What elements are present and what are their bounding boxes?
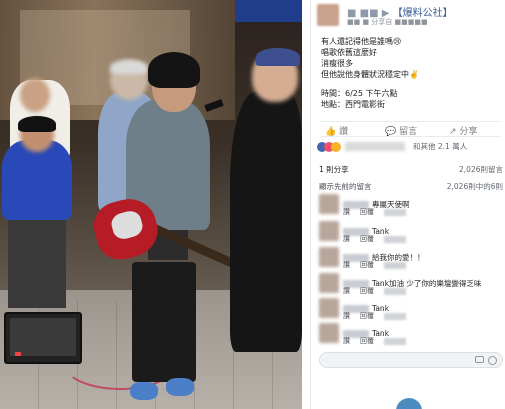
bystander-blue-hair bbox=[18, 116, 56, 132]
comment-bubble: 給我你的愛！！ bbox=[343, 247, 503, 262]
shares-label[interactable]: 1 則分享 bbox=[319, 165, 349, 174]
post-line: 消瘦很多 bbox=[321, 59, 353, 68]
comment-reply-link[interactable]: 回覆 bbox=[360, 261, 374, 269]
comment-like-link[interactable]: 讚 bbox=[343, 287, 350, 295]
comment-reply-link[interactable]: 回覆 bbox=[360, 235, 374, 243]
commenter-avatar[interactable] bbox=[319, 298, 339, 318]
watermark-logo bbox=[396, 398, 422, 409]
comment-actions: 讚 回覆 bbox=[343, 336, 406, 346]
comment-actions: 讚 回覆 bbox=[343, 311, 406, 321]
like-button[interactable]: 👍 讚 bbox=[325, 124, 348, 137]
bystander-head bbox=[20, 78, 50, 112]
comment-like-link[interactable]: 讚 bbox=[343, 337, 350, 345]
comment-button[interactable]: 💬 留言 bbox=[385, 124, 417, 137]
comment-time bbox=[384, 208, 406, 216]
commenter-avatar[interactable] bbox=[319, 221, 339, 241]
action-bar: 👍 讚 💬 留言 ↗ 分享 bbox=[321, 121, 501, 137]
comment-input[interactable] bbox=[319, 352, 503, 368]
comments-total[interactable]: 2,026則留言 bbox=[459, 164, 503, 175]
comment-actions: 讚 回覆 bbox=[343, 207, 406, 217]
commenter-avatar[interactable] bbox=[319, 194, 339, 214]
commenter-avatar[interactable] bbox=[319, 323, 339, 343]
comment-item: Tank 讚 回覆 bbox=[319, 298, 503, 326]
comment-bubble: Tank加油 少了你的樂壇變得乏味 bbox=[343, 273, 503, 288]
comment-time bbox=[384, 312, 406, 320]
shares-row: 1 則分享 2,026則留言 bbox=[319, 164, 503, 176]
reactor-names-blurred bbox=[345, 142, 405, 151]
post-place: 地點：西門電影街 bbox=[321, 100, 385, 109]
comment-item: Tank 讚 回覆 bbox=[319, 323, 503, 351]
show-previous-comments[interactable]: 顯示先前的留言 bbox=[319, 182, 372, 191]
comment-item: Tank加油 少了你的樂壇變得乏味 讚 回覆 bbox=[319, 273, 503, 301]
woman-cap bbox=[256, 48, 300, 66]
comment-like-link[interactable]: 讚 bbox=[343, 208, 350, 216]
comment-actions: 讚 回覆 bbox=[343, 260, 406, 270]
poster-avatar[interactable] bbox=[317, 4, 339, 26]
comment-time bbox=[384, 261, 406, 269]
amplifier-led bbox=[15, 352, 21, 356]
comment-item: 給我你的愛！！ 讚 回覆 bbox=[319, 247, 503, 275]
comment-time bbox=[384, 337, 406, 345]
gutter bbox=[302, 0, 310, 409]
wow-reaction-icon bbox=[331, 142, 341, 152]
comment-item: 專屬天使啊 讚 回覆 bbox=[319, 194, 503, 222]
bystander-elderly-hair bbox=[110, 60, 148, 74]
comment-like-link[interactable]: 讚 bbox=[343, 261, 350, 269]
comment-actions: 讚 回覆 bbox=[343, 234, 406, 244]
singer-shoe bbox=[130, 382, 158, 400]
bystander-blue-legs bbox=[8, 218, 66, 308]
comment-icon: 💬 bbox=[385, 127, 397, 137]
post-meta: ■■ ■ 分享自 ■■■■■ bbox=[347, 18, 428, 26]
share-label: 分享 bbox=[459, 127, 478, 137]
woman-in-black bbox=[230, 92, 302, 352]
street-photo bbox=[0, 0, 302, 409]
comment-reply-link[interactable]: 回覆 bbox=[360, 287, 374, 295]
commenter-avatar[interactable] bbox=[319, 247, 339, 267]
comments-heading: 顯示先前的留言 2,026則中的6則 bbox=[319, 181, 503, 192]
comment-label: 留言 bbox=[399, 127, 418, 137]
emoji-icon[interactable] bbox=[488, 356, 497, 365]
reactions-count[interactable]: 和其他 2.1 萬人 bbox=[413, 141, 467, 152]
reactions-row[interactable]: 和其他 2.1 萬人 bbox=[317, 141, 503, 155]
share-button[interactable]: ↗ 分享 bbox=[449, 124, 477, 137]
share-icon: ↗ bbox=[449, 127, 457, 137]
post-header: ■ ■■ ▶ 【爆料公社】 ■■ ■ 分享自 ■■■■■ bbox=[317, 4, 503, 30]
like-icon: 👍 bbox=[325, 127, 337, 137]
comment-reply-link[interactable]: 回覆 bbox=[360, 208, 374, 216]
like-label: 讚 bbox=[339, 127, 349, 137]
post-line: 唱歌依舊這麼好 bbox=[321, 48, 377, 57]
post-body: 有人還記得他是誰嗎😢 唱歌依舊這麼好 消瘦很多 但他說他身體狀況穩定中✌️ 時間… bbox=[321, 36, 501, 110]
comment-bubble: Tank bbox=[343, 298, 503, 313]
post-line: 但他說他身體狀況穩定中✌️ bbox=[321, 70, 419, 79]
bystander-blue bbox=[2, 140, 72, 220]
camera-icon[interactable] bbox=[475, 356, 484, 363]
post-time: 時間：6/25 下午六點 bbox=[321, 89, 398, 98]
post-line: 有人還記得他是誰嗎😢 bbox=[321, 37, 402, 46]
comment-like-link[interactable]: 讚 bbox=[343, 312, 350, 320]
comment-time bbox=[384, 287, 406, 295]
comments-shown-count: 2,026則中的6則 bbox=[446, 182, 503, 191]
comment-reply-link[interactable]: 回覆 bbox=[360, 312, 374, 320]
commenter-avatar[interactable] bbox=[319, 273, 339, 293]
comment-reply-link[interactable]: 回覆 bbox=[360, 337, 374, 345]
comment-actions: 讚 回覆 bbox=[343, 286, 406, 296]
comment-like-link[interactable]: 讚 bbox=[343, 235, 350, 243]
singer-jeans bbox=[132, 262, 196, 382]
singer-shoe bbox=[166, 378, 194, 396]
social-post: ■ ■■ ▶ 【爆料公社】 ■■ ■ 分享自 ■■■■■ 有人還記得他是誰嗎😢 … bbox=[310, 0, 505, 409]
comment-bubble: 專屬天使啊 bbox=[343, 194, 503, 209]
comment-item: Tank 讚 回覆 bbox=[319, 221, 503, 249]
signboard bbox=[235, 0, 302, 22]
comment-time bbox=[384, 235, 406, 243]
comment-bubble: Tank bbox=[343, 323, 503, 338]
comment-bubble: Tank bbox=[343, 221, 503, 236]
singer-hair bbox=[148, 52, 200, 88]
